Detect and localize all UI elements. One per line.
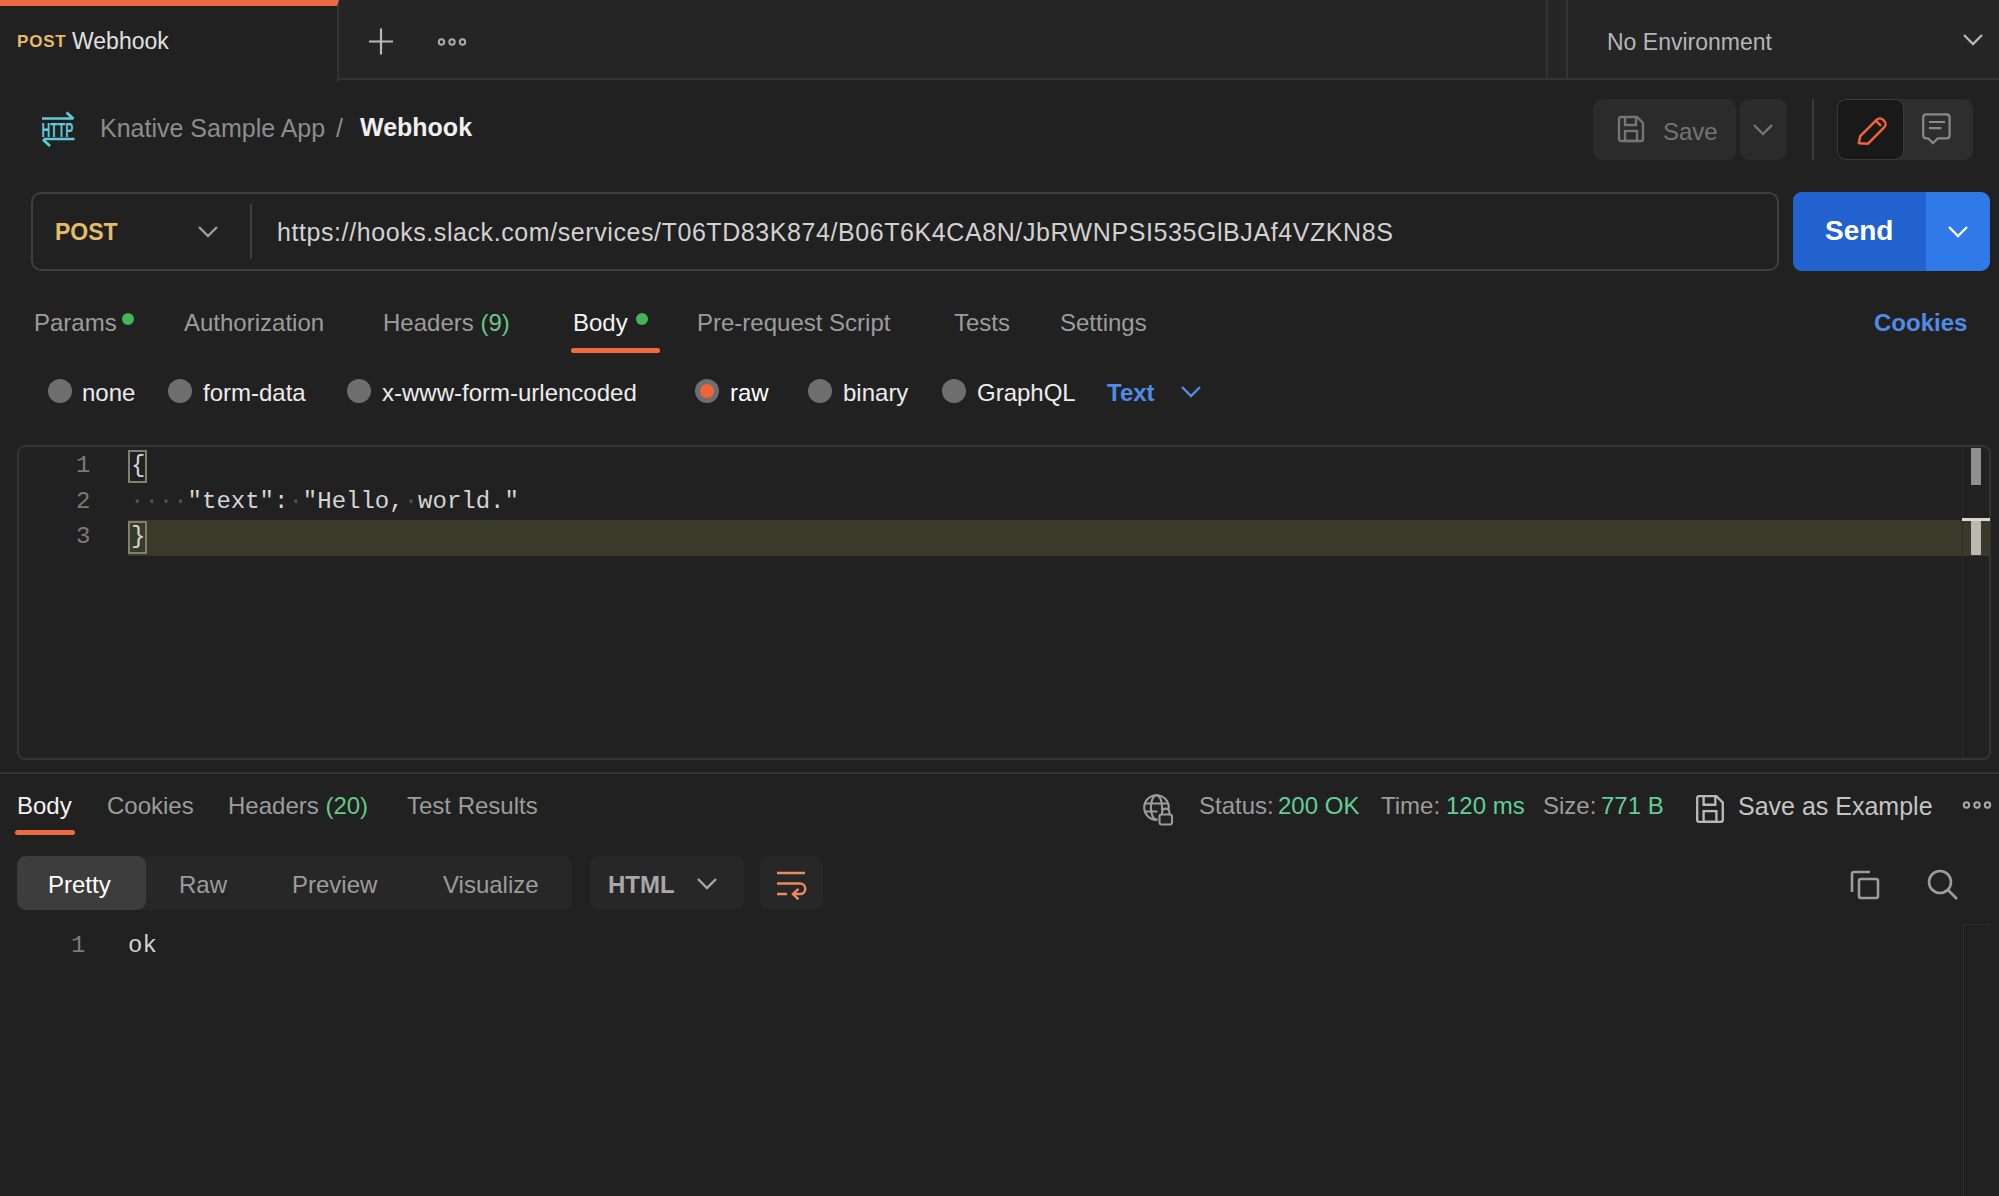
svg-text:HTTP: HTTP — [42, 118, 74, 141]
